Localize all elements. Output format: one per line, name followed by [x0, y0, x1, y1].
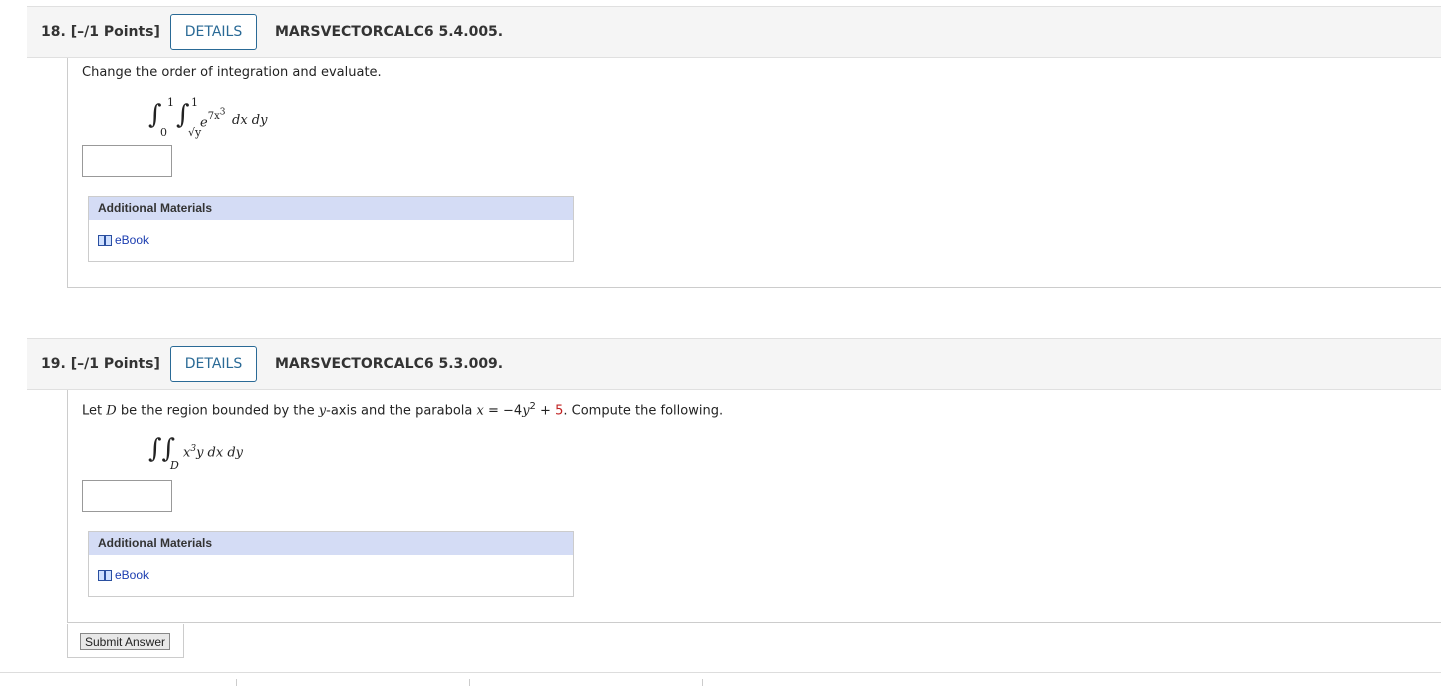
question-header: 19. [–/1 Points] DETAILS MARSVECTORCALC6…	[27, 338, 1441, 390]
integral-expression: ∫ 1 0 ∫ 1 √y e7x3 dx dy	[148, 96, 368, 140]
ebook-link[interactable]: eBook	[98, 233, 149, 247]
ebook-link[interactable]: eBook	[98, 568, 149, 582]
points-label: [–/1 Points]	[70, 24, 160, 40]
region-label: D	[170, 459, 179, 472]
additional-materials-panel: Additional Materials eBook	[88, 196, 574, 262]
answer-input[interactable]	[82, 480, 172, 512]
question-number: 18. [–/1 Points]	[41, 24, 160, 40]
additional-materials-header: Additional Materials	[89, 532, 573, 555]
inner-upper-limit: 1	[191, 96, 198, 109]
question-prompt: Change the order of integration and eval…	[82, 65, 382, 80]
question-prompt: Let D be the region bounded by the y-axi…	[82, 401, 724, 419]
differentials: dx dy	[232, 113, 268, 128]
ebook-label: eBook	[115, 233, 150, 247]
question-header: 18. [–/1 Points] DETAILS MARSVECTORCALC6…	[27, 6, 1441, 58]
question-body: Change the order of integration and eval…	[67, 58, 1441, 288]
points-label: [–/1 Points]	[70, 356, 160, 372]
book-icon	[98, 569, 112, 581]
submit-answer-button[interactable]: Submit Answer	[80, 633, 170, 650]
question-code: MARSVECTORCALC6 5.4.005.	[275, 24, 504, 40]
book-icon	[98, 234, 112, 246]
footer-tick	[702, 679, 703, 686]
question-body: Let D be the region bounded by the y-axi…	[67, 390, 1441, 623]
details-button[interactable]: DETAILS	[170, 14, 257, 50]
additional-materials-header: Additional Materials	[89, 197, 573, 220]
question-code: MARSVECTORCALC6 5.3.009.	[275, 356, 504, 372]
question-number: 19. [–/1 Points]	[41, 356, 160, 372]
footer-divider	[0, 672, 1441, 673]
additional-materials-panel: Additional Materials eBook	[88, 531, 574, 597]
footer-tick	[469, 679, 470, 686]
integrand: x3y dx dy	[183, 444, 244, 461]
ebook-label: eBook	[115, 568, 150, 582]
details-button[interactable]: DETAILS	[170, 346, 257, 382]
outer-lower-limit: 0	[160, 126, 167, 139]
outer-upper-limit: 1	[167, 96, 174, 109]
answer-input[interactable]	[82, 145, 172, 177]
footer-tick	[236, 679, 237, 686]
double-integral-expression: ∫∫ D x3y dx dy	[148, 434, 348, 474]
integrand: e7x3	[200, 108, 226, 131]
